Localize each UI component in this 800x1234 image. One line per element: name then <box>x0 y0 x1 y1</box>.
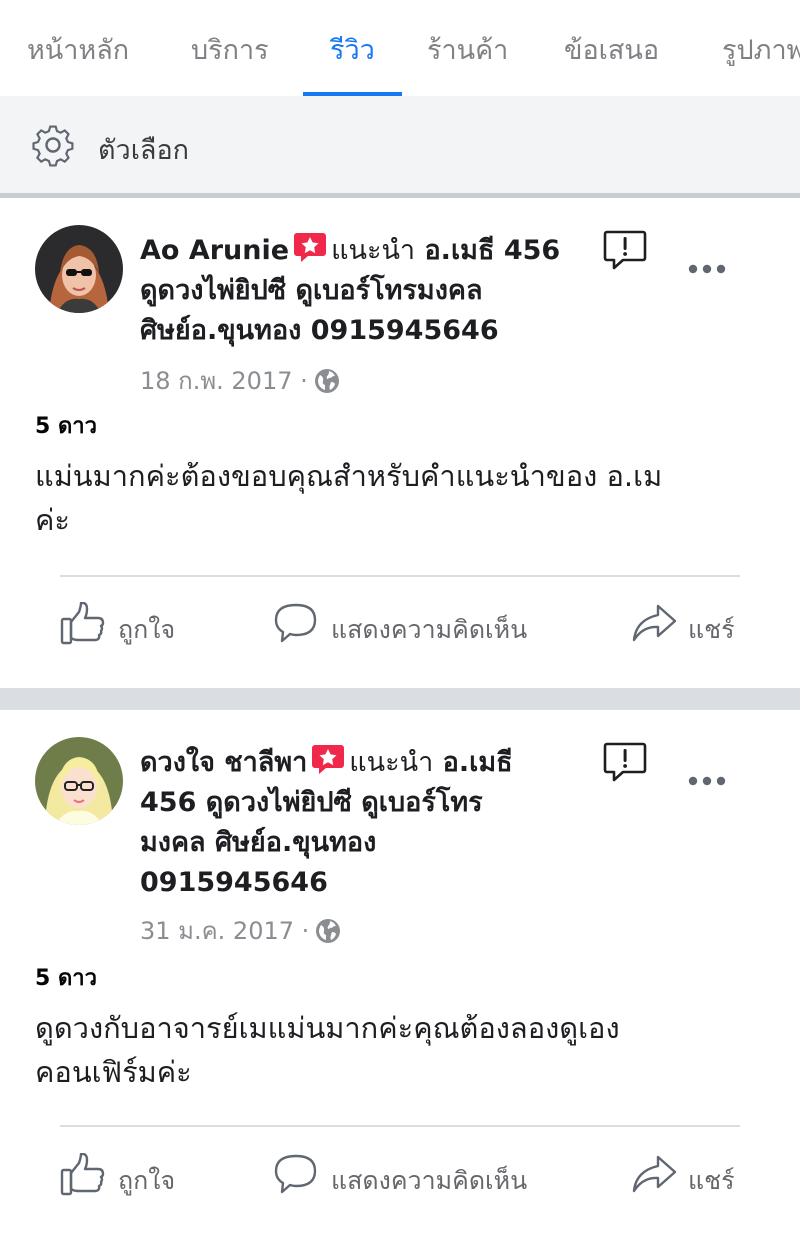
more-options-icon[interactable] <box>688 776 726 786</box>
comment-button[interactable]: แสดงความคิดเห็น <box>273 602 553 648</box>
review-text: ดูดวงกับอาจารย์เมแม่นมากค่ะคุณต้องลองดูเ… <box>35 1006 765 1094</box>
recommend-text: แนะนำ <box>331 235 416 266</box>
author-name[interactable]: Ao Arunie <box>140 235 289 266</box>
review-post: ดวงใจ ชาลีพา แนะนำ อ.เมธี 456 ดูดวงไพ่ยิป… <box>0 710 800 1234</box>
divider <box>60 1125 740 1127</box>
page-link[interactable]: อ.เมธี 456 <box>424 235 560 266</box>
post-header: ดวงใจ ชาลีพา แนะนำ อ.เมธี 456 ดูดวงไพ่ยิป… <box>140 743 565 903</box>
review-text-line: ดูดวงกับอาจารย์เมแม่นมากค่ะคุณต้องลองดูเ… <box>35 1011 620 1045</box>
page-link-line[interactable]: ดูดวงไพ่ยิปซี ดูเบอร์โทรมงคล <box>140 275 482 306</box>
comment-icon <box>274 603 317 643</box>
comment-label: แสดงความคิดเห็น <box>331 1166 528 1195</box>
share-button[interactable]: แชร์ <box>630 1153 750 1199</box>
section-separator <box>0 688 800 710</box>
date-text[interactable]: 31 ม.ค. 2017 · <box>140 917 309 945</box>
page-link[interactable]: อ.เมธี <box>443 747 513 778</box>
rating-label: 5 ดาว <box>35 966 97 991</box>
avatar[interactable] <box>35 737 123 825</box>
report-icon[interactable] <box>603 741 647 783</box>
post-date[interactable]: 18 ก.พ. 2017 · <box>140 361 340 400</box>
tab-photos[interactable]: รูปภาพ <box>722 28 800 71</box>
options-label[interactable]: ตัวเลือก <box>98 128 189 171</box>
recommend-text: แนะนำ <box>349 747 434 778</box>
recommend-badge-icon <box>312 745 345 774</box>
tab-home[interactable]: หน้าหลัก <box>27 28 129 71</box>
divider <box>60 575 740 577</box>
page-link-line[interactable]: มงคล ศิษย์อ.ขุนทอง <box>140 827 376 858</box>
share-label: แชร์ <box>688 615 735 644</box>
share-icon <box>632 1155 677 1193</box>
like-button[interactable]: ถูกใจ <box>60 602 200 648</box>
review-text-line: คอนเฟิร์มค่ะ <box>35 1055 192 1089</box>
author-name[interactable]: ดวงใจ ชาลีพา <box>140 747 307 778</box>
tab-reviews[interactable]: รีวิว <box>330 28 375 71</box>
date-text[interactable]: 18 ก.พ. 2017 · <box>140 367 308 395</box>
avatar[interactable] <box>35 225 123 313</box>
post-date[interactable]: 31 ม.ค. 2017 · <box>140 911 341 950</box>
review-text-line: ค่ะ <box>35 503 70 537</box>
like-button[interactable]: ถูกใจ <box>60 1153 200 1199</box>
review-post: Ao Arunie แนะนำ อ.เมธี 456 ดูดวงไพ่ยิปซี … <box>0 198 800 688</box>
globe-icon <box>314 369 339 393</box>
like-icon <box>60 602 105 645</box>
tab-shop[interactable]: ร้านค้า <box>427 28 508 71</box>
like-label: ถูกใจ <box>118 615 176 644</box>
review-text-line: แม่นมากค่ะต้องขอบคุณสำหรับคำแนะนำของ อ.เ… <box>35 459 663 493</box>
globe-icon <box>316 919 341 943</box>
recommend-badge-icon <box>294 233 327 262</box>
page-link-line[interactable]: ศิษย์อ.ขุนทอง 0915945646 <box>140 315 499 346</box>
share-icon <box>632 604 677 642</box>
tab-offers[interactable]: ข้อเสนอ <box>564 28 659 71</box>
more-options-icon[interactable] <box>688 264 726 274</box>
tab-services[interactable]: บริการ <box>191 28 269 71</box>
gear-icon[interactable] <box>31 123 75 167</box>
post-header: Ao Arunie แนะนำ อ.เมธี 456 ดูดวงไพ่ยิปซี … <box>140 231 565 351</box>
comment-button[interactable]: แสดงความคิดเห็น <box>273 1153 553 1199</box>
page-link-line[interactable]: 0915945646 <box>140 867 328 898</box>
like-icon <box>60 1153 105 1196</box>
report-icon[interactable] <box>603 229 647 271</box>
share-label: แชร์ <box>688 1166 735 1195</box>
share-button[interactable]: แชร์ <box>630 602 750 648</box>
rating-label: 5 ดาว <box>35 414 97 439</box>
page-link-line[interactable]: 456 ดูดวงไพ่ยิปซี ดูเบอร์โทร <box>140 787 483 818</box>
review-text: แม่นมากค่ะต้องขอบคุณสำหรับคำแนะนำของ อ.เ… <box>35 454 765 542</box>
tab-bar: หน้าหลัก บริการ รีวิว ร้านค้า ข้อเสนอ รู… <box>0 0 800 96</box>
like-label: ถูกใจ <box>118 1166 176 1195</box>
comment-label: แสดงความคิดเห็น <box>331 615 528 644</box>
comment-icon <box>274 1154 317 1194</box>
